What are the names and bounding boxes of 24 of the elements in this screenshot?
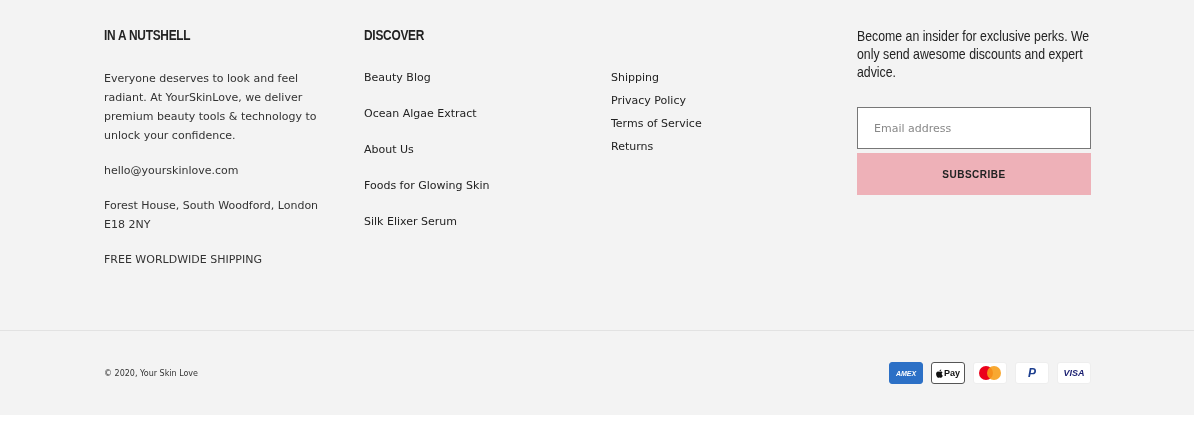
newsletter-text: Become an insider for exclusive perks. We only send awesome discounts and expert advice. bbox=[857, 27, 1091, 81]
about-text: Forest House, South Woodford, London E18 2NY bbox=[104, 198, 320, 233]
footer-link[interactable]: About Us bbox=[364, 141, 414, 159]
section-heading: IN A NUTSHELL bbox=[104, 27, 192, 45]
footer-link[interactable]: Terms of Service bbox=[611, 115, 702, 133]
subscribe-button[interactable]: SUBSCRIBE bbox=[857, 153, 1091, 195]
about-text: FREE WORLDWIDE SHIPPING bbox=[104, 252, 263, 268]
copyright-text: © 2020, Your Skin Love bbox=[104, 368, 199, 378]
footer-link[interactable]: Beauty Blog bbox=[364, 69, 431, 87]
footer-link[interactable]: Shipping bbox=[611, 69, 659, 87]
email-field[interactable]: Email address bbox=[857, 107, 1091, 149]
footer-link[interactable]: Privacy Policy bbox=[611, 92, 686, 110]
visa-card: VISA bbox=[1057, 362, 1091, 384]
section-heading: DISCOVER bbox=[364, 27, 426, 45]
footer-link[interactable]: Foods for Glowing Skin bbox=[364, 177, 490, 195]
apple-pay-card: Pay bbox=[931, 362, 965, 384]
apple-icon bbox=[936, 368, 943, 378]
about-text: hello@yourskinlove.com bbox=[104, 163, 240, 179]
paypal-card: P bbox=[1015, 362, 1049, 384]
footer-link[interactable]: Ocean Algae Extract bbox=[364, 105, 477, 123]
interlocking-circles-icon bbox=[979, 366, 1001, 380]
about-text: Everyone deserves to look and feel radiant. At YourSkinLove, we deliver premium beauty tools & technology to unlock your confidence. bbox=[104, 71, 318, 144]
footer-link[interactable]: Silk Elixer Serum bbox=[364, 213, 457, 231]
footer-link[interactable]: Returns bbox=[611, 138, 654, 156]
